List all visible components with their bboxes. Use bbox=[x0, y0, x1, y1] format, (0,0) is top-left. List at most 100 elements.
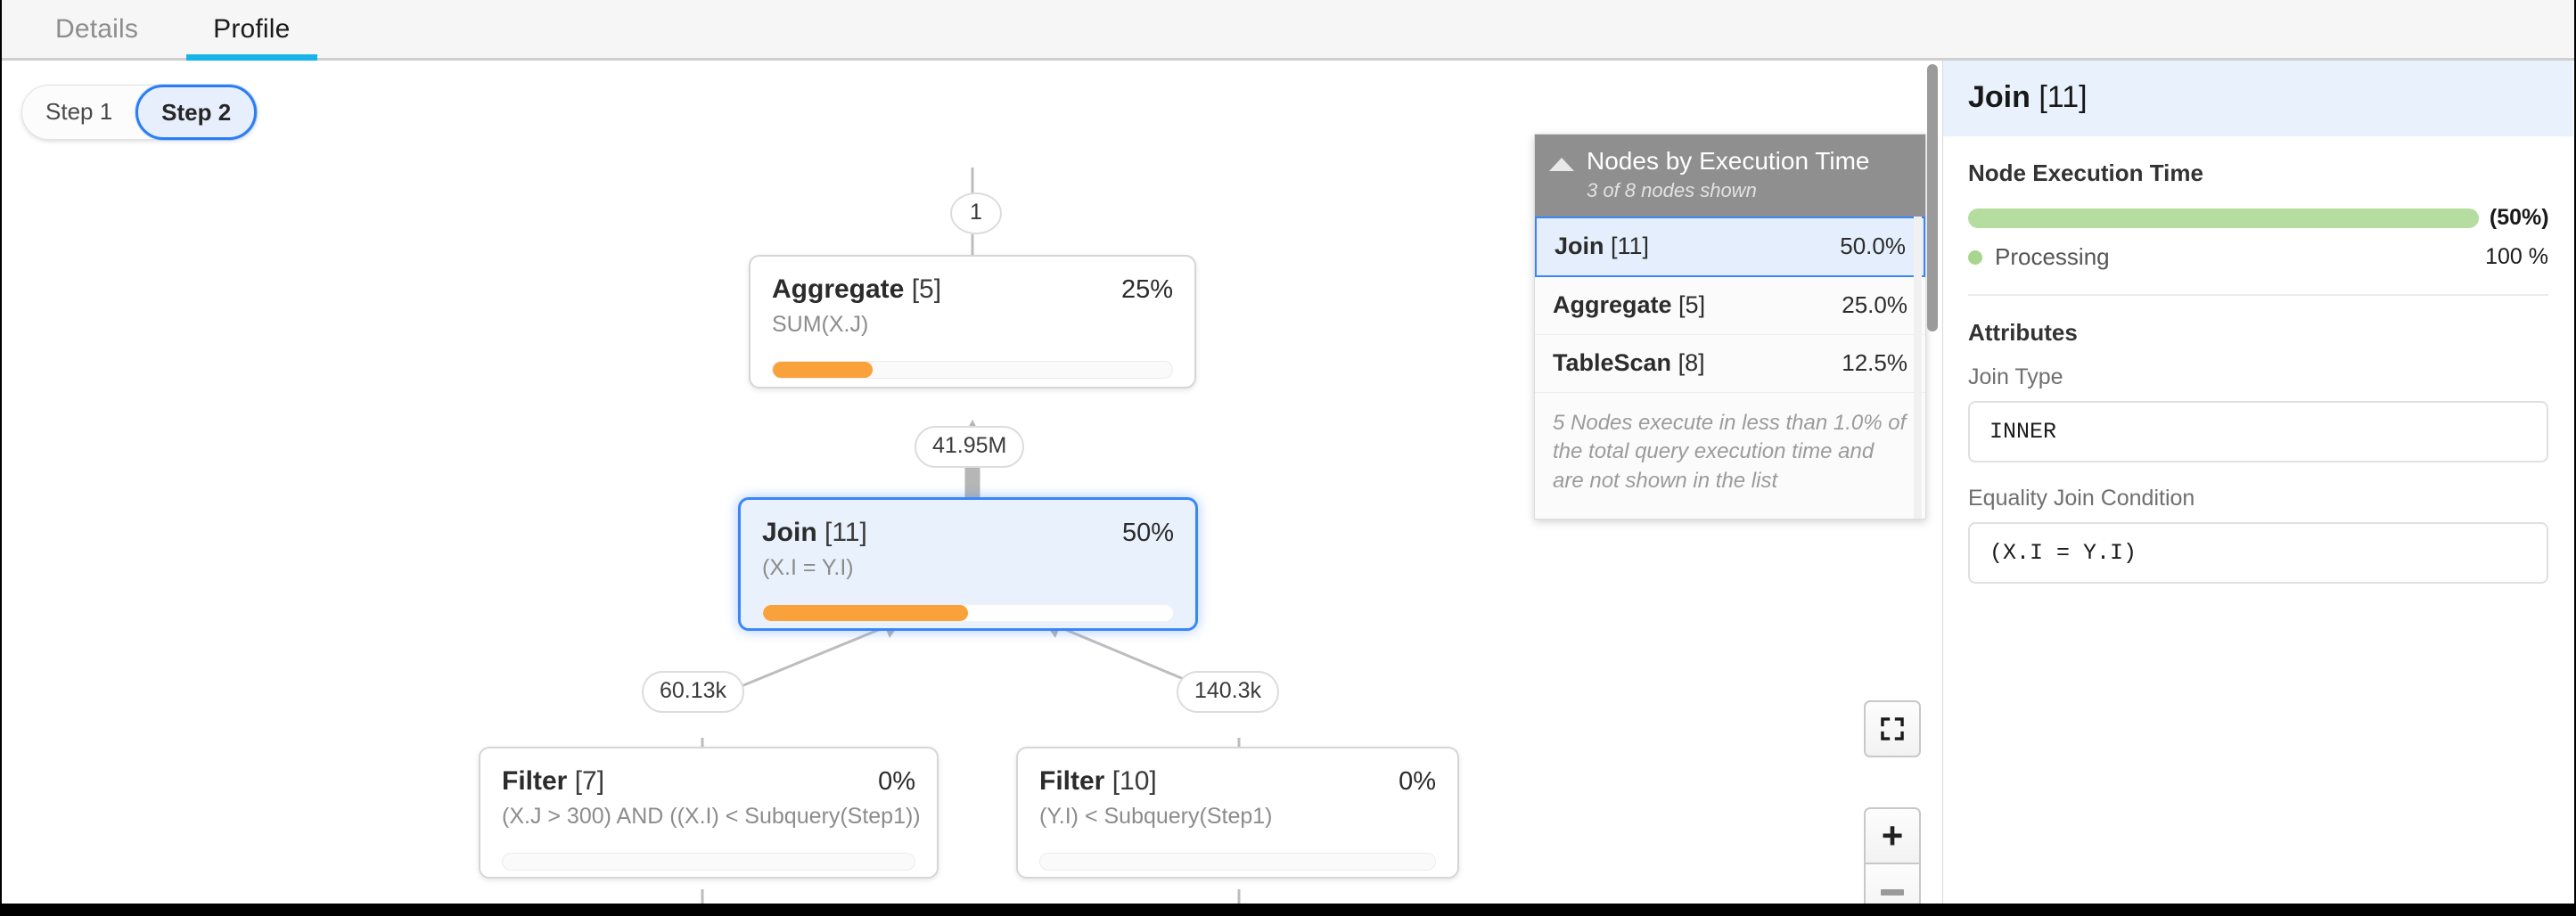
edge-label-join-right-input: 140.3k bbox=[1177, 671, 1279, 713]
zoom-out-button[interactable] bbox=[1864, 864, 1921, 904]
plan-node-filter-7-percent: 0% bbox=[878, 767, 915, 797]
exec-row-aggregate-label: Aggregate bbox=[1553, 291, 1672, 318]
plan-node-join-name: Join bbox=[762, 518, 817, 547]
node-execution-time-heading: Node Execution Time bbox=[1968, 159, 2548, 187]
plan-node-filter-10-title: Filter [10] bbox=[1039, 766, 1157, 797]
step-button-2[interactable]: Step 2 bbox=[135, 85, 257, 140]
plan-node-aggregate-head: Aggregate [5] 25% bbox=[772, 274, 1173, 305]
step-2-label: Step 2 bbox=[161, 99, 231, 126]
exec-row-aggregate[interactable]: Aggregate [5] 25.0% bbox=[1535, 277, 1925, 335]
exec-row-aggregate-name: Aggregate [5] bbox=[1553, 291, 1705, 319]
plan-node-aggregate-percent: 25% bbox=[1121, 275, 1173, 305]
plan-node-filter-7-head: Filter [7] 0% bbox=[502, 766, 915, 797]
processing-legend-value: 100 % bbox=[2485, 244, 2548, 270]
plan-node-join-detail: (X.I = Y.I) bbox=[762, 555, 1174, 581]
exec-row-join-index: [11] bbox=[1611, 233, 1649, 259]
attribute-label-join-type: Join Type bbox=[1968, 364, 2548, 390]
plan-node-filter-7-name: Filter bbox=[502, 766, 567, 796]
plan-node-aggregate[interactable]: Aggregate [5] 25% SUM(X.J) bbox=[749, 255, 1196, 388]
fit-to-screen-button[interactable] bbox=[1864, 700, 1921, 757]
exec-row-aggregate-index: [5] bbox=[1678, 291, 1705, 318]
edge-badge-root-label: 1 bbox=[970, 200, 982, 225]
plan-node-filter-10[interactable]: Filter [10] 0% (Y.I) < Subquery(Step1) bbox=[1016, 747, 1459, 879]
edge-label-aggregate-input: 41.95M bbox=[915, 426, 1024, 468]
plan-node-join-bar-fill bbox=[763, 605, 968, 621]
tab-profile[interactable]: Profile bbox=[176, 0, 327, 58]
plan-node-join[interactable]: Join [11] 50% (X.I = Y.I) bbox=[738, 497, 1198, 631]
tab-profile-label: Profile bbox=[213, 14, 290, 45]
zoom-in-button[interactable]: + bbox=[1864, 807, 1921, 864]
plus-icon: + bbox=[1882, 817, 1904, 855]
edge-label-join-left-input-text: 60.13k bbox=[660, 678, 726, 703]
exec-row-tablescan-label: TableScan bbox=[1553, 349, 1671, 376]
exec-row-tablescan-value: 12.5% bbox=[1842, 349, 1907, 377]
plan-node-filter-7-bar bbox=[502, 853, 915, 871]
nodes-by-execution-time-header-texts: Nodes by Execution Time 3 of 8 nodes sho… bbox=[1587, 147, 1870, 202]
plan-node-filter-7-title: Filter [7] bbox=[502, 766, 604, 797]
plan-node-aggregate-detail: SUM(X.J) bbox=[772, 312, 1173, 338]
nodes-by-execution-time-list: Join [11] 50.0% Aggregate [5] 25.0% bbox=[1535, 217, 1925, 519]
node-execution-time-bar-row: (50%) bbox=[1968, 205, 2548, 231]
plan-graph-canvas[interactable]: Step 1 Step 2 bbox=[2, 61, 1943, 904]
caret-up-icon[interactable] bbox=[1549, 158, 1574, 171]
edge-label-join-right-input-text: 140.3k bbox=[1194, 678, 1261, 703]
exec-panel-note: 5 Nodes execute in less than 1.0% of the… bbox=[1535, 393, 1925, 519]
plan-node-filter-10-head: Filter [10] 0% bbox=[1039, 766, 1436, 797]
plan-node-filter-10-bar bbox=[1039, 853, 1436, 871]
node-detail-title: Join [11] bbox=[1968, 80, 2548, 115]
zoom-in-out-group: + bbox=[1864, 807, 1921, 904]
exec-row-join[interactable]: Join [11] 50.0% bbox=[1535, 217, 1925, 277]
attributes-heading: Attributes bbox=[1968, 319, 2548, 347]
edge-label-aggregate-input-text: 41.95M bbox=[932, 433, 1006, 458]
tab-details[interactable]: Details bbox=[18, 0, 176, 58]
plan-node-filter-10-index: [10] bbox=[1112, 766, 1157, 796]
attribute-label-equality-join-condition: Equality Join Condition bbox=[1968, 486, 2548, 511]
exec-row-tablescan-name: TableScan [8] bbox=[1553, 349, 1705, 377]
plan-node-filter-10-percent: 0% bbox=[1399, 767, 1436, 797]
exec-row-join-label: Join bbox=[1555, 233, 1604, 259]
nodes-by-execution-time-header: Nodes by Execution Time 3 of 8 nodes sho… bbox=[1535, 135, 1925, 217]
step-1-label: Step 1 bbox=[45, 98, 112, 125]
node-execution-time-bar bbox=[1968, 209, 2479, 228]
node-detail-body: Node Execution Time (50%) Processing 100… bbox=[1943, 136, 2573, 584]
node-detail-title-index: [11] bbox=[2039, 80, 2087, 114]
app-root: Details Profile Step 1 Step 2 bbox=[2, 0, 2574, 904]
canvas-vertical-scrollbar[interactable] bbox=[1927, 64, 1938, 331]
plan-node-aggregate-name: Aggregate bbox=[772, 274, 904, 304]
tab-details-label: Details bbox=[55, 14, 138, 45]
main-area: Step 1 Step 2 bbox=[2, 61, 2574, 904]
node-execution-legend-row: Processing 100 % bbox=[1968, 243, 2548, 271]
attribute-value-join-type: INNER bbox=[1968, 401, 2548, 462]
minus-icon bbox=[1881, 889, 1904, 896]
plan-node-aggregate-index: [5] bbox=[912, 274, 941, 304]
attribute-value-equality-join-condition: (X.I = Y.I) bbox=[1968, 522, 2548, 584]
plan-node-join-title: Join [11] bbox=[762, 518, 867, 548]
canvas-zoom-controls: + bbox=[1864, 700, 1921, 904]
plan-node-filter-7[interactable]: Filter [7] 0% (X.J > 300) AND ((X.I) < S… bbox=[479, 747, 939, 879]
plan-node-filter-10-name: Filter bbox=[1039, 766, 1104, 796]
plan-node-aggregate-title: Aggregate [5] bbox=[772, 274, 941, 305]
tab-bar: Details Profile bbox=[2, 0, 2574, 61]
exec-row-tablescan[interactable]: TableScan [8] 12.5% bbox=[1535, 335, 1925, 393]
edge-badge-root: 1 bbox=[950, 192, 1002, 234]
plan-node-join-head: Join [11] 50% bbox=[762, 518, 1174, 548]
plan-node-join-bar bbox=[762, 604, 1174, 622]
nodes-by-execution-time-panel: Nodes by Execution Time 3 of 8 nodes sho… bbox=[1534, 134, 1926, 519]
plan-node-filter-10-detail: (Y.I) < Subquery(Step1) bbox=[1039, 804, 1436, 830]
plan-node-filter-7-index: [7] bbox=[575, 766, 604, 796]
node-execution-time-bar-label: (50%) bbox=[2490, 205, 2549, 231]
exec-row-join-name: Join [11] bbox=[1555, 233, 1649, 260]
nodes-by-execution-time-subtitle: 3 of 8 nodes shown bbox=[1587, 179, 1870, 202]
exec-row-join-value: 50.0% bbox=[1840, 233, 1906, 260]
node-detail-header: Join [11] bbox=[1943, 61, 2573, 136]
exec-row-aggregate-value: 25.0% bbox=[1842, 291, 1907, 319]
fit-to-screen-icon bbox=[1877, 714, 1907, 744]
edge-label-join-left-input: 60.13k bbox=[642, 671, 744, 713]
node-detail-title-name: Join bbox=[1968, 80, 2030, 114]
exec-panel-scrollbar[interactable] bbox=[1914, 217, 1922, 519]
sidebar-divider bbox=[1968, 294, 2548, 296]
step-button-1[interactable]: Step 1 bbox=[22, 85, 135, 140]
plan-node-join-percent: 50% bbox=[1122, 519, 1174, 548]
plan-node-filter-7-detail: (X.J > 300) AND ((X.I) < Subquery(Step1)… bbox=[502, 804, 915, 830]
processing-color-dot-icon bbox=[1968, 250, 1982, 265]
